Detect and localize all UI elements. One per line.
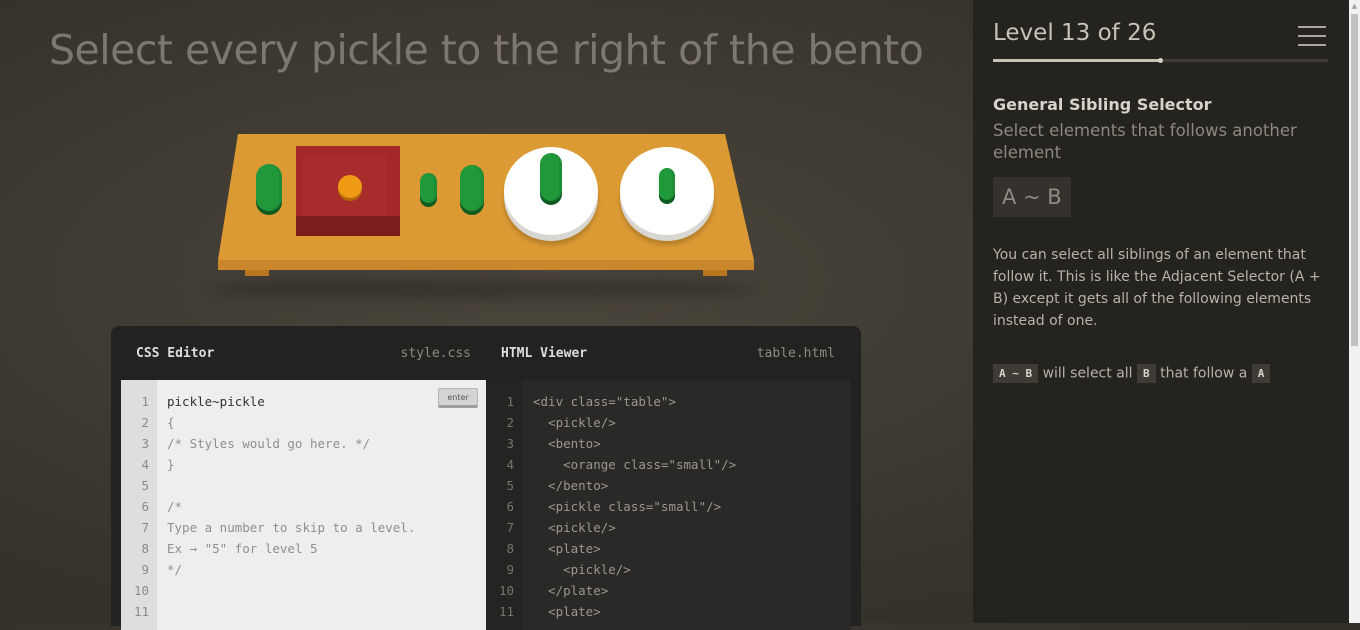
css-line-numbers: 1 2 3 4 5 6 7 8 9 10 11 — [121, 380, 157, 630]
line-number: 1 — [141, 394, 149, 409]
line-number: 2 — [141, 415, 149, 430]
plate[interactable] — [620, 147, 714, 235]
line-number: 9 — [141, 562, 149, 577]
line-number: 7 — [141, 520, 149, 535]
css-editor-pane[interactable]: 1 2 3 4 5 6 7 8 9 10 11 pickle~pickle en… — [121, 380, 486, 630]
html-line-bento-close[interactable]: </bento> — [533, 478, 608, 493]
html-line-pickle[interactable]: <pickle/> — [533, 562, 631, 577]
line-number: 1 — [506, 394, 514, 409]
scroll-up-arrow-icon[interactable]: ▲ — [1349, 0, 1360, 12]
level-header: Level 13 of 26 — [993, 20, 1157, 46]
html-viewer-title: HTML Viewer — [501, 345, 588, 361]
line-number: 11 — [498, 604, 514, 619]
html-viewer-header: HTML Viewer table.html — [501, 326, 835, 380]
plate[interactable] — [504, 147, 598, 235]
pickle[interactable] — [256, 164, 282, 211]
pickle[interactable] — [540, 153, 562, 201]
table — [208, 128, 768, 313]
code-line: /* — [167, 499, 183, 514]
selector-title: Select elements that follows another ele… — [993, 121, 1297, 162]
pickle-small[interactable] — [420, 173, 437, 203]
line-number: 9 — [506, 562, 514, 577]
html-file-name: table.html — [756, 345, 835, 361]
css-input[interactable]: pickle~pickle — [167, 394, 265, 409]
line-number: 4 — [506, 457, 514, 472]
html-line-plate[interactable]: <plate> — [533, 604, 601, 619]
code-line: /* Styles would go here. */ — [167, 436, 371, 451]
example-text: will select all — [1042, 365, 1133, 382]
selector-hint: You can select all siblings of an elemen… — [993, 247, 1321, 329]
example-tag: B — [1137, 364, 1156, 383]
html-line-numbers: 1 2 3 4 5 6 7 8 9 10 11 — [486, 380, 522, 630]
line-number: 6 — [141, 499, 149, 514]
css-editor-header: CSS Editor style.css — [136, 326, 471, 380]
example-text: that follow a — [1160, 365, 1248, 382]
line-number: 6 — [506, 499, 514, 514]
line-number: 8 — [141, 541, 149, 556]
level-instruction: Select every pickle to the right of the … — [49, 26, 924, 74]
line-number: 8 — [506, 541, 514, 556]
selector-name: General Sibling Selector — [993, 95, 1212, 114]
pickle[interactable] — [460, 165, 484, 211]
html-line-pickle[interactable]: <pickle/> — [533, 415, 616, 430]
line-number: 11 — [133, 604, 149, 619]
menu-icon[interactable] — [1298, 26, 1326, 46]
line-number: 4 — [141, 457, 149, 472]
code-line: */ — [167, 562, 183, 577]
pickle-small[interactable] — [659, 168, 675, 200]
line-number: 10 — [498, 583, 514, 598]
html-line-plate-close[interactable]: </plate> — [533, 583, 608, 598]
line-number: 3 — [141, 436, 149, 451]
line-number: 5 — [141, 478, 149, 493]
html-line-orange[interactable]: <orange class="small"/> — [533, 457, 736, 472]
line-number: 2 — [506, 415, 514, 430]
html-line-pickle[interactable]: <pickle/> — [533, 520, 616, 535]
selector-syntax: A ~ B — [993, 177, 1071, 217]
example-tag: A ~ B — [993, 364, 1039, 383]
orange[interactable] — [338, 175, 362, 198]
html-line-plate[interactable]: <plate> — [533, 541, 601, 556]
html-viewer-pane: 1 2 3 4 5 6 7 8 9 10 11 <div class="tabl… — [486, 380, 850, 630]
line-number: 5 — [506, 478, 514, 493]
game-area: Select every pickle to the right of the … — [0, 0, 973, 630]
line-number: 3 — [506, 436, 514, 451]
css-file-name: style.css — [400, 345, 471, 361]
scrollbar-thumb[interactable] — [1351, 14, 1358, 346]
code-line: } — [167, 457, 175, 472]
html-line-pickle-small[interactable]: <pickle class="small"/> — [533, 499, 721, 514]
css-editor-title: CSS Editor — [136, 345, 215, 361]
enter-button[interactable]: enter — [438, 388, 478, 408]
code-line: Type a number to skip to a level. — [167, 520, 416, 535]
line-number: 10 — [133, 583, 149, 598]
level-progress-fill — [993, 59, 1161, 62]
level-progress-marker — [1158, 58, 1163, 63]
code-editor: CSS Editor style.css HTML Viewer table.h… — [111, 326, 861, 630]
selector-example: A ~ B will select all B that follow a A — [993, 364, 1271, 383]
line-number: 7 — [506, 520, 514, 535]
html-line-table[interactable]: <div class="table"> — [533, 394, 676, 409]
example-tag: A — [1251, 364, 1271, 383]
html-line-bento[interactable]: <bento> — [533, 436, 601, 451]
bento[interactable] — [296, 146, 400, 236]
code-line: Ex → "5" for level 5 — [167, 541, 318, 556]
code-line: { — [167, 415, 175, 430]
